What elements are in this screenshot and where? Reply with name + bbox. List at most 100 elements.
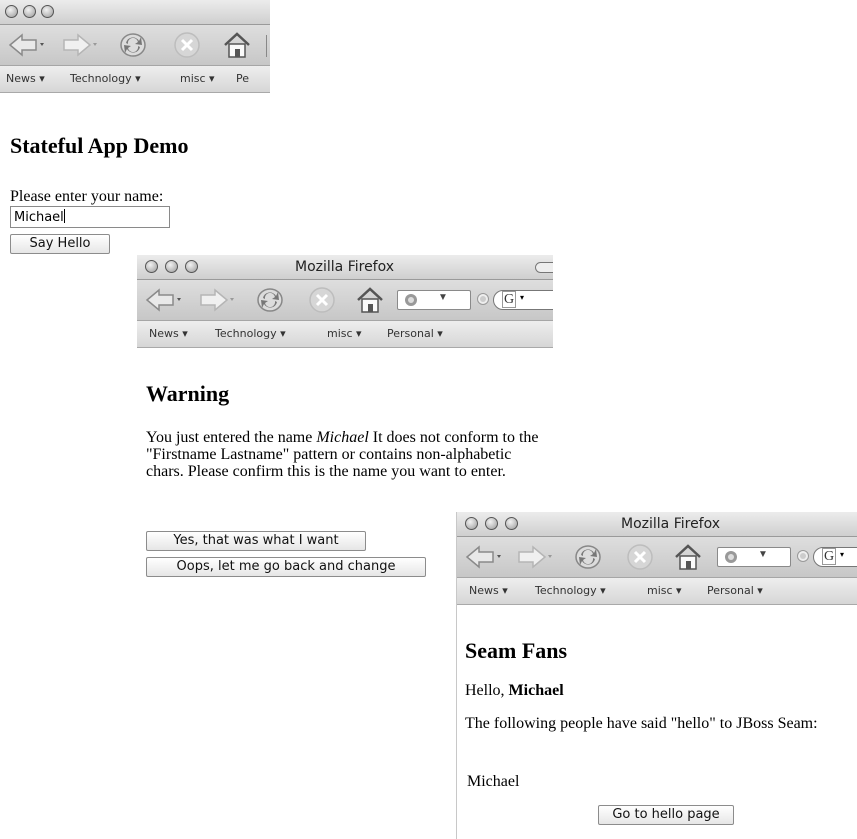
globe-icon [725,551,737,563]
navigation-toolbar: ▼ G ▾ [137,280,553,321]
reload-button[interactable] [118,31,148,59]
navigation-toolbar: ▼ G ▾ [457,537,857,578]
stop-icon [627,544,653,570]
search-engine-letter: G [824,549,835,564]
zoom-window-icon[interactable] [185,260,198,273]
stop-icon [174,32,200,58]
go-back-change-button[interactable]: Oops, let me go back and change [146,557,426,577]
bookmark-personal[interactable]: Personal ▾ [387,327,443,340]
say-hello-button[interactable]: Say Hello [10,234,110,254]
go-button[interactable] [477,293,489,305]
reload-icon [120,33,146,57]
globe-icon [405,294,417,306]
name-input[interactable]: Michael [10,206,170,228]
stop-button[interactable] [172,31,202,59]
forward-button[interactable] [197,286,237,314]
message-before: You just entered the name [146,429,317,446]
window-title: Mozilla Firefox [621,516,721,532]
forward-button[interactable] [60,31,100,59]
url-field[interactable]: ▼ [717,547,791,567]
bookmark-misc[interactable]: misc ▾ [180,72,215,85]
home-button[interactable] [222,31,252,59]
search-engine-icon[interactable]: G [502,291,517,308]
bookmark-personal[interactable]: Pe [236,72,249,85]
toolbar-toggle-button[interactable] [535,262,553,273]
zoom-window-icon[interactable] [41,5,54,18]
stop-button[interactable] [307,286,337,314]
page-content: Seam Fans Hello, Michael The following p… [457,605,857,839]
search-field[interactable]: G ▾ [493,290,553,310]
go-arrow-icon [480,296,486,302]
window-title: Mozilla Firefox [295,259,395,275]
browser-window-1: News ▾ Technology ▾ misc ▾ Pe [0,0,270,110]
dropdown-icon[interactable]: ▼ [758,549,768,560]
bookmark-personal[interactable]: Personal ▾ [707,584,763,597]
bookmark-technology[interactable]: Technology ▾ [535,584,606,597]
minimize-window-icon[interactable] [23,5,36,18]
url-field[interactable]: ▼ [397,290,471,310]
reload-button[interactable] [573,543,603,571]
search-engine-icon[interactable]: G [822,548,837,565]
zoom-window-icon[interactable] [505,517,518,530]
back-arrow-icon [145,288,181,312]
bookmark-misc[interactable]: misc ▾ [327,327,362,340]
warning-message: You just entered the name Michael It doe… [146,429,544,480]
page-title: Stateful App Demo [10,133,189,158]
go-to-hello-page-button[interactable]: Go to hello page [598,805,734,825]
forward-arrow-icon [518,545,552,569]
search-engine-letter: G [504,292,515,307]
stop-button[interactable] [625,543,655,571]
bookmark-news[interactable]: News ▾ [149,327,188,340]
fans-intro: The following people have said "hello" t… [465,715,818,732]
title-bar: Mozilla Firefox [137,255,553,280]
bookmarks-bar: News ▾ Technology ▾ misc ▾ Personal ▾ [457,578,857,605]
page-title: Seam Fans [465,638,568,663]
home-icon [357,287,383,313]
browser-window-3: Mozilla Firefox ▼ G ▾ News ▾ Technology … [456,512,857,839]
url-field-edge [266,35,270,57]
bookmark-misc[interactable]: misc ▾ [647,584,682,597]
bookmark-news[interactable]: News ▾ [6,72,45,85]
back-arrow-icon [465,545,501,569]
navigation-toolbar [0,25,270,66]
back-button[interactable] [6,31,46,59]
close-window-icon[interactable] [465,517,478,530]
minimize-window-icon[interactable] [485,517,498,530]
reload-icon [257,288,283,312]
page-title: Warning [146,381,230,406]
forward-arrow-icon [63,33,97,57]
search-engine-dropdown-icon[interactable]: ▾ [840,550,844,559]
bookmark-technology[interactable]: Technology ▾ [70,72,141,85]
forward-button[interactable] [515,543,555,571]
forward-arrow-icon [200,288,234,312]
home-icon [675,544,701,570]
reload-button[interactable] [255,286,285,314]
text-cursor [63,209,65,223]
back-button[interactable] [143,286,183,314]
close-window-icon[interactable] [145,260,158,273]
hello-name: Michael [508,682,564,699]
reload-icon [575,545,601,569]
title-bar [0,0,270,25]
confirm-name-button[interactable]: Yes, that was what I want [146,531,366,551]
search-field[interactable]: G ▾ [813,547,857,567]
search-engine-dropdown-icon[interactable]: ▾ [520,293,524,302]
bookmarks-bar: News ▾ Technology ▾ misc ▾ Pe [0,66,270,93]
dropdown-icon[interactable]: ▼ [438,292,448,303]
minimize-window-icon[interactable] [165,260,178,273]
name-input-value: Michael [14,210,64,225]
go-arrow-icon [800,553,806,559]
bookmark-news[interactable]: News ▾ [469,584,508,597]
back-button[interactable] [463,543,503,571]
hello-message: Hello, Michael [465,682,564,699]
close-window-icon[interactable] [5,5,18,18]
home-button[interactable] [355,286,385,314]
home-button[interactable] [673,543,703,571]
go-button[interactable] [797,550,809,562]
home-icon [224,32,250,58]
hello-prefix: Hello, [465,682,509,699]
entered-name: Michael [316,429,369,446]
back-arrow-icon [8,33,44,57]
bookmark-technology[interactable]: Technology ▾ [215,327,286,340]
fan-list-item: Michael [467,773,520,790]
